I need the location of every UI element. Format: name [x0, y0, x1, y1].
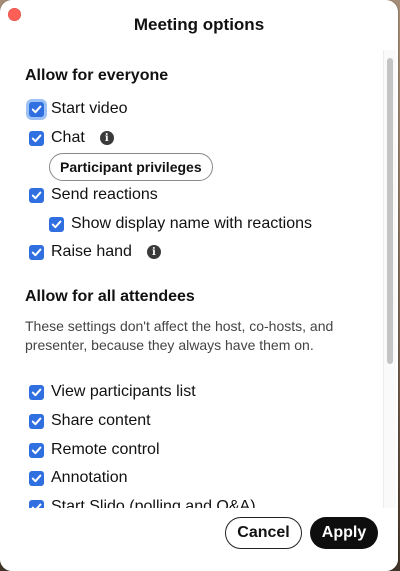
option-raise-hand[interactable]: Raise hand i [29, 241, 161, 263]
raise-hand-info-icon[interactable]: i [146, 245, 161, 259]
vertical-scrollbar[interactable] [383, 50, 396, 508]
checkmark-icon [31, 105, 42, 113]
start-video-checkbox[interactable] [29, 101, 44, 117]
option-view-participants-list[interactable]: View participants list [29, 381, 196, 403]
remote-control-checkbox[interactable] [29, 442, 44, 458]
chat-checkbox[interactable] [29, 130, 44, 146]
checkmark-icon [31, 417, 42, 425]
show-display-name-label: Show display name with reactions [71, 215, 313, 232]
show-display-name-checkbox[interactable] [49, 216, 64, 232]
participant-privileges-button[interactable]: Participant privileges [49, 153, 213, 181]
share-content-label: Share content [51, 412, 151, 429]
share-content-checkbox[interactable] [29, 413, 44, 429]
option-remote-control[interactable]: Remote control [29, 439, 160, 461]
view-participants-checkbox[interactable] [29, 384, 44, 400]
attendees-description: These settings don't affect the host, co… [25, 318, 334, 353]
send-reactions-checkbox[interactable] [29, 187, 44, 203]
checkmark-icon [31, 474, 42, 482]
option-annotation[interactable]: Annotation [29, 467, 128, 489]
checkmark-icon [51, 220, 62, 228]
dialog-footer: Cancel Apply [0, 508, 398, 571]
start-slido-label: Start Slido (polling and Q&A) [51, 498, 256, 508]
cancel-button[interactable]: Cancel [225, 517, 302, 549]
section-title-everyone: Allow for everyone [25, 67, 169, 84]
start-slido-checkbox[interactable] [29, 499, 44, 508]
option-send-reactions[interactable]: Send reactions [29, 184, 158, 206]
options-scroll-area[interactable]: Allow for everyone Start video Chat i Pa… [0, 50, 383, 508]
raise-hand-checkbox[interactable] [29, 244, 44, 260]
send-reactions-label: Send reactions [51, 186, 158, 203]
checkmark-icon [31, 191, 42, 199]
checkmark-icon [31, 134, 42, 142]
option-chat[interactable]: Chat i [29, 127, 114, 149]
meeting-options-dialog: Meeting options Allow for everyone Start… [0, 0, 398, 571]
annotation-checkbox[interactable] [29, 470, 44, 486]
raise-hand-label: Raise hand [51, 243, 132, 260]
scrollbar-thumb[interactable] [387, 58, 393, 364]
apply-button[interactable]: Apply [310, 517, 378, 549]
annotation-label: Annotation [51, 469, 128, 486]
remote-control-label: Remote control [51, 441, 160, 458]
checkmark-icon [31, 446, 42, 454]
view-participants-label: View participants list [51, 383, 196, 400]
dialog-title: Meeting options [133, 15, 265, 34]
chat-label: Chat [51, 129, 85, 146]
checkmark-icon [31, 388, 42, 396]
chat-info-icon[interactable]: i [99, 131, 114, 145]
option-start-video[interactable]: Start video [29, 98, 127, 120]
checkmark-icon [31, 248, 42, 256]
option-show-display-name[interactable]: Show display name with reactions [49, 213, 312, 235]
option-share-content[interactable]: Share content [29, 410, 151, 432]
start-video-label: Start video [51, 100, 128, 117]
section-title-attendees: Allow for all attendees [25, 288, 195, 305]
option-start-slido[interactable]: Start Slido (polling and Q&A) [29, 496, 256, 508]
